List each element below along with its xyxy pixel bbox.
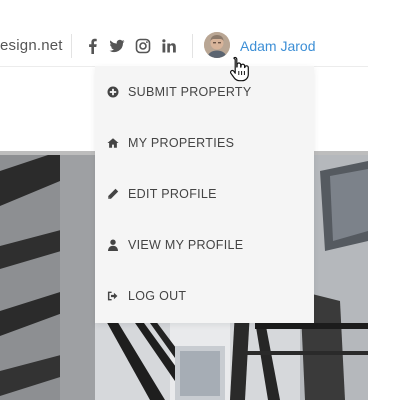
menu-item-label: LOG OUT [128,289,187,303]
instagram-icon[interactable] [134,37,152,55]
header-divider [192,34,193,58]
menu-item-label: VIEW MY PROFILE [128,238,244,252]
header-divider [71,34,72,58]
avatar[interactable] [204,32,230,58]
hand-cursor-icon [228,56,250,82]
menu-item-label: EDIT PROFILE [128,187,217,201]
user-dropdown-menu: SUBMIT PROPERTY MY PROPERTIES EDIT PROFI… [95,66,314,323]
menu-item-label: MY PROPERTIES [128,136,235,150]
page: esign.net Adam Jarod SUBMIT PROPERTY MY … [0,0,400,400]
top-header: esign.net Adam Jarod [0,26,368,67]
twitter-icon[interactable] [108,37,126,55]
user-menu-name[interactable]: Adam Jarod [240,38,315,54]
facebook-icon[interactable] [84,37,102,55]
plus-circle-icon [107,86,119,98]
site-website-link[interactable]: esign.net [0,37,63,54]
menu-item-edit-profile[interactable]: EDIT PROFILE [95,174,314,214]
menu-item-my-properties[interactable]: MY PROPERTIES [95,123,314,163]
sign-out-icon [107,290,119,302]
menu-item-label: SUBMIT PROPERTY [128,85,252,99]
menu-item-log-out[interactable]: LOG OUT [95,276,314,316]
menu-item-submit-property[interactable]: SUBMIT PROPERTY [95,72,314,112]
linkedin-icon[interactable] [160,37,178,55]
menu-item-view-my-profile[interactable]: VIEW MY PROFILE [95,225,314,265]
pencil-icon [107,188,119,200]
user-icon [107,239,119,251]
home-icon [107,137,119,149]
